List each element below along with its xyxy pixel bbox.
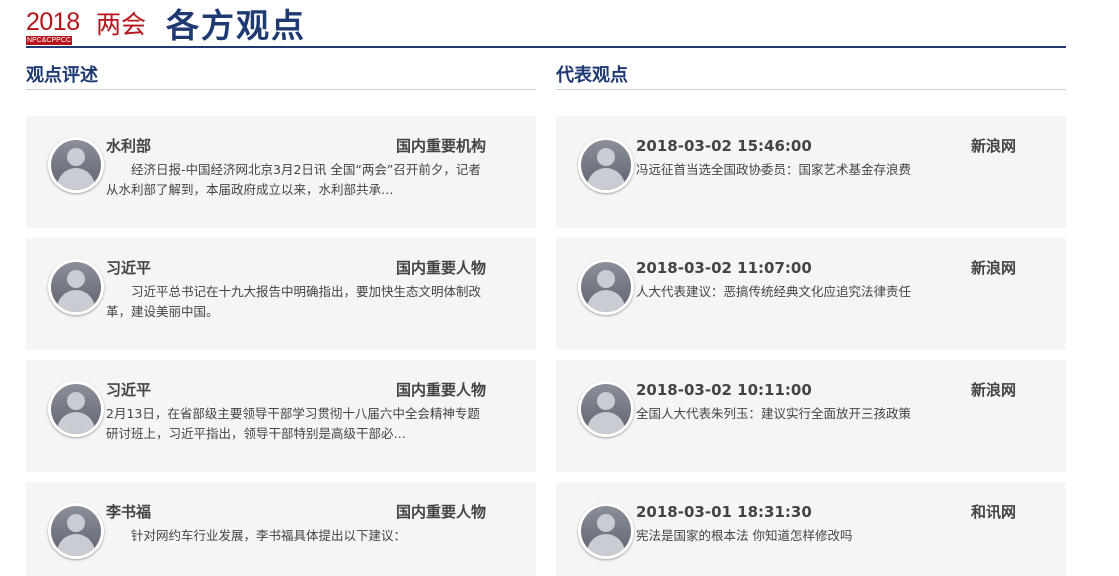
category-label: 国内重要人物 [395,381,486,399]
commentary-card[interactable]: 习近平 国内重要人物 习近平总书记在十九大报告中明确指出，要加快生态文明体制改革… [26,238,536,350]
delegate-views-section: 代表观点 2018-03-02 15:46:00 新浪网 冯远征首当选全国政协委… [556,62,1066,576]
avatar [578,137,634,193]
section-title-commentary: 观点评述 [26,62,536,90]
avatar [578,381,634,437]
news-timestamp: 2018-03-02 10:11:00 [636,381,812,399]
news-timestamp: 2018-03-02 15:46:00 [636,137,812,155]
person-name[interactable]: 习近平 [106,258,151,278]
news-source: 新浪网 [970,259,1016,277]
news-card[interactable]: 2018-03-02 11:07:00 新浪网 人大代表建议：恶搞传统经典文化应… [556,238,1066,350]
news-card[interactable]: 2018-03-02 15:46:00 新浪网 冯远征首当选全国政协委员：国家艺… [556,116,1066,228]
commentary-card[interactable]: 水利部 国内重要机构 经济日报-中国经济网北京3月2日讯 全国“两会”召开前夕，… [26,116,536,228]
category-label: 国内重要人物 [395,259,486,277]
news-headline-link[interactable]: 冯远征首当选全国政协委员：国家艺术基金存浪费 [636,160,1036,180]
logo-year: 2018 [26,8,80,36]
person-name[interactable]: 水利部 [106,136,151,156]
section-title-delegate-views: 代表观点 [556,62,1066,90]
person-name[interactable]: 李书福 [106,502,151,522]
page-title: 各方观点 [166,6,306,45]
avatar [48,381,104,437]
category-label: 国内重要人物 [395,503,486,521]
commentary-text[interactable]: 2月13日，在省部级主要领导干部学习贯彻十八届六中全会精神专题研讨班上，习近平指… [106,404,486,444]
person-name[interactable]: 习近平 [106,380,151,400]
commentary-text[interactable]: 针对网约车行业发展，李书福具体提出以下建议： [106,526,486,546]
news-source: 新浪网 [970,381,1016,399]
news-card[interactable]: 2018-03-01 18:31:30 和讯网 宪法是国家的根本法 你知道怎样修… [556,482,1066,576]
news-timestamp: 2018-03-02 11:07:00 [636,259,812,277]
news-headline-link[interactable]: 全国人大代表朱列玉：建议实行全面放开三孩政策 [636,404,1036,424]
news-source: 新浪网 [970,137,1016,155]
news-headline-link[interactable]: 人大代表建议：恶搞传统经典文化应追究法律责任 [636,282,1036,302]
logo-subtitle: NPC&CPPCC [26,36,72,45]
news-timestamp: 2018-03-01 18:31:30 [636,503,812,521]
avatar [48,259,104,315]
lianghui-logo[interactable]: 2018 NPC&CPPCC [26,6,94,46]
commentary-section: 观点评述 水利部 国内重要机构 经济日报-中国经济网北京3月2日讯 全国“两会”… [26,62,536,576]
commentary-card[interactable]: 李书福 国内重要人物 针对网约车行业发展，李书福具体提出以下建议： [26,482,536,576]
commentary-card[interactable]: 习近平 国内重要人物 2月13日，在省部级主要领导干部学习贯彻十八届六中全会精神… [26,360,536,472]
news-source: 和讯网 [970,503,1016,521]
news-card[interactable]: 2018-03-02 10:11:00 新浪网 全国人大代表朱列玉：建议实行全面… [556,360,1066,472]
page-header: 2018 NPC&CPPCC 两会 各方观点 [26,6,1066,48]
commentary-text[interactable]: 经济日报-中国经济网北京3月2日讯 全国“两会”召开前夕，记者从水利部了解到，本… [106,160,486,200]
category-label: 国内重要机构 [395,137,486,155]
avatar [578,503,634,559]
avatar [48,137,104,193]
logo-lianghui-text: 两会 [96,10,147,39]
avatar [578,259,634,315]
commentary-text[interactable]: 习近平总书记在十九大报告中明确指出，要加快生态文明体制改革，建设美丽中国。 [106,282,486,322]
news-headline-link[interactable]: 宪法是国家的根本法 你知道怎样修改吗 [636,526,1036,546]
avatar [48,503,104,559]
